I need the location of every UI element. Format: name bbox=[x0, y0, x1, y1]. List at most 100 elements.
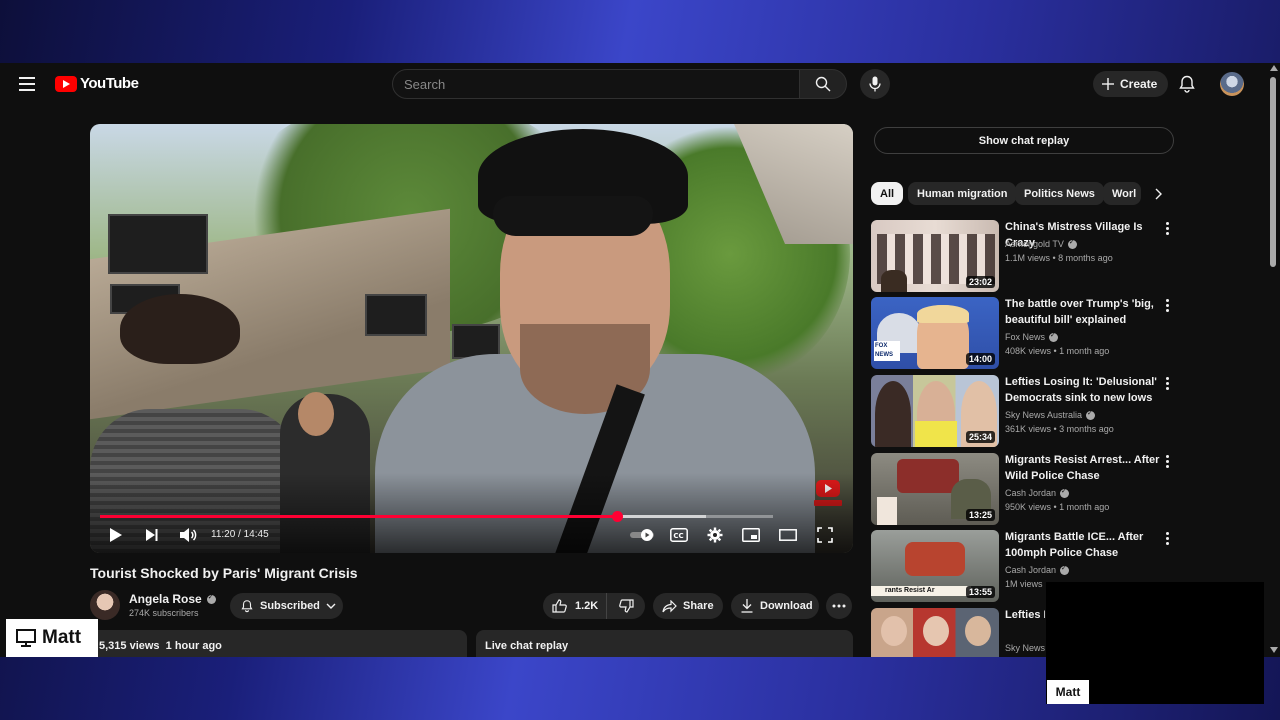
like-button[interactable]: 1.2K bbox=[543, 593, 607, 619]
recommendation-item[interactable]: 25:34 Lefties Losing It: 'Delusional' De… bbox=[871, 375, 1171, 447]
download-label: Download bbox=[760, 600, 813, 612]
recommendation-title: Lefties Losing It: 'Delusional' Democrat… bbox=[1005, 376, 1157, 404]
chip-human-migration[interactable]: Human migration bbox=[908, 182, 1017, 205]
menu-icon[interactable] bbox=[19, 77, 35, 91]
video-thumbnail[interactable]: 25:34 bbox=[871, 375, 999, 447]
progress-scrubber[interactable] bbox=[611, 511, 623, 522]
player-controls: 11:20 / 14:45 CC bbox=[90, 522, 853, 548]
search-input[interactable] bbox=[404, 76, 799, 92]
recommendation-item[interactable]: 23:02 China's Mistress Village Is Crazy … bbox=[871, 220, 1171, 292]
recommendation-title: Lefties L... Secretar... bbox=[1005, 609, 1045, 621]
video-player[interactable]: 11:20 / 14:45 CC bbox=[90, 124, 853, 553]
share-icon bbox=[662, 599, 677, 612]
scrollbar-thumb[interactable] bbox=[1270, 77, 1276, 267]
video-thumbnail[interactable]: 23:02 bbox=[871, 220, 999, 292]
video-scene-sign bbox=[365, 294, 427, 336]
video-thumbnail[interactable]: 13:25 bbox=[871, 453, 999, 525]
chevron-down-icon bbox=[326, 603, 336, 609]
recommendation-title: The battle over Trump's 'big, beautiful … bbox=[1005, 298, 1154, 326]
more-vertical-icon[interactable] bbox=[1166, 299, 1170, 313]
autoplay-toggle-icon[interactable] bbox=[630, 525, 656, 545]
svg-text:CC: CC bbox=[673, 532, 683, 540]
download-button[interactable]: Download bbox=[731, 593, 819, 619]
views-and-date: 5,315 views 1 hour ago bbox=[99, 640, 222, 652]
thumbnail-image bbox=[875, 381, 911, 447]
search-button[interactable] bbox=[799, 69, 847, 99]
plus-icon bbox=[1102, 78, 1114, 90]
recommendation-item[interactable]: 13:25 Migrants Resist Arrest... After Wi… bbox=[871, 453, 1171, 525]
miniplayer-icon[interactable] bbox=[741, 525, 761, 545]
chip-politics-news[interactable]: Politics News bbox=[1015, 182, 1104, 205]
create-label: Create bbox=[1120, 77, 1158, 91]
search-box[interactable] bbox=[392, 69, 800, 99]
video-scene-person bbox=[298, 392, 334, 436]
verified-icon bbox=[206, 593, 216, 604]
recommendation-meta: 1.1M views • 8 months ago bbox=[1005, 253, 1113, 263]
share-label: Share bbox=[683, 600, 714, 612]
create-button[interactable]: Create bbox=[1093, 71, 1169, 97]
thumbs-down-icon bbox=[618, 599, 634, 613]
verified-icon bbox=[1049, 331, 1059, 342]
scroll-down-icon[interactable] bbox=[1270, 647, 1278, 653]
masthead: YouTube Create bbox=[0, 63, 1280, 105]
video-thumbnail[interactable] bbox=[871, 608, 999, 657]
video-thumbnail[interactable]: rants Resist Ar 13:55 bbox=[871, 530, 999, 602]
time-display: 11:20 / 14:45 bbox=[211, 529, 269, 540]
settings-gear-icon[interactable] bbox=[705, 525, 725, 545]
more-actions-button[interactable] bbox=[826, 593, 852, 619]
thumbnail-image bbox=[965, 616, 991, 646]
dislike-button[interactable] bbox=[607, 593, 645, 619]
recommendation-channel: Fox News bbox=[1005, 331, 1059, 342]
recommendation-channel: Asmongold TV bbox=[1005, 238, 1077, 249]
live-chat-replay-panel[interactable]: Live chat replay bbox=[476, 630, 853, 657]
verified-icon bbox=[1067, 238, 1077, 249]
duration-badge: 25:34 bbox=[965, 431, 995, 443]
bell-icon bbox=[241, 600, 253, 613]
fox-news-logo: FOX NEWS bbox=[874, 341, 900, 361]
recommendation-meta: 361K views • 3 months ago bbox=[1005, 424, 1114, 434]
recommendation-item[interactable]: FOX NEWS 14:00 The battle over Trump's '… bbox=[871, 297, 1171, 369]
description-box[interactable]: 5,315 views 1 hour ago bbox=[90, 630, 467, 657]
captions-icon[interactable]: CC bbox=[669, 525, 689, 545]
thumbnail-image bbox=[881, 616, 907, 646]
progress-bar[interactable] bbox=[100, 511, 773, 522]
logo-text: YouTube bbox=[80, 75, 139, 92]
scroll-up-icon[interactable] bbox=[1270, 65, 1278, 71]
channel-avatar[interactable] bbox=[90, 590, 120, 620]
next-icon[interactable] bbox=[142, 525, 162, 545]
verified-icon bbox=[1086, 409, 1096, 420]
show-chat-replay-button[interactable]: Show chat replay bbox=[874, 127, 1174, 154]
play-icon[interactable] bbox=[106, 525, 126, 545]
more-vertical-icon[interactable] bbox=[1166, 222, 1170, 236]
more-vertical-icon[interactable] bbox=[1166, 532, 1170, 546]
theater-mode-icon[interactable] bbox=[778, 525, 798, 545]
youtube-logo[interactable]: YouTube bbox=[55, 75, 139, 92]
page-scrollbar[interactable] bbox=[1268, 63, 1280, 657]
chip-all[interactable]: All bbox=[871, 182, 904, 205]
video-thumbnail[interactable]: FOX NEWS 14:00 bbox=[871, 297, 999, 369]
account-avatar[interactable] bbox=[1220, 72, 1244, 96]
presenter-label-left: Matt bbox=[6, 619, 98, 657]
volume-icon[interactable] bbox=[178, 525, 198, 545]
chip-label: All bbox=[880, 187, 895, 200]
subscriber-count: 274K subscribers bbox=[129, 608, 199, 618]
thumbnail-image bbox=[917, 305, 969, 323]
more-vertical-icon[interactable] bbox=[1166, 377, 1170, 391]
channel-name-text: Asmongold TV bbox=[1005, 239, 1064, 249]
notifications-icon[interactable] bbox=[1177, 74, 1197, 94]
recommendation-meta: 408K views • 1 month ago bbox=[1005, 346, 1110, 356]
subscribed-button[interactable]: Subscribed bbox=[230, 593, 343, 619]
subscribed-label: Subscribed bbox=[260, 600, 320, 612]
voice-search-button[interactable] bbox=[860, 69, 890, 99]
chip-world[interactable]: Worl bbox=[1103, 182, 1141, 205]
monitor-icon bbox=[16, 629, 36, 647]
channel-name[interactable]: Angela Rose bbox=[129, 592, 216, 606]
recommendation-channel: Sky News bbox=[1005, 643, 1045, 653]
chip-label: Human migration bbox=[917, 187, 1008, 200]
fullscreen-icon[interactable] bbox=[815, 525, 835, 545]
webcam-name-label: Matt bbox=[1047, 680, 1089, 704]
more-vertical-icon[interactable] bbox=[1166, 455, 1170, 469]
chevron-right-icon[interactable] bbox=[1151, 185, 1167, 203]
share-button[interactable]: Share bbox=[653, 593, 723, 619]
thumbnail-image bbox=[881, 270, 907, 292]
